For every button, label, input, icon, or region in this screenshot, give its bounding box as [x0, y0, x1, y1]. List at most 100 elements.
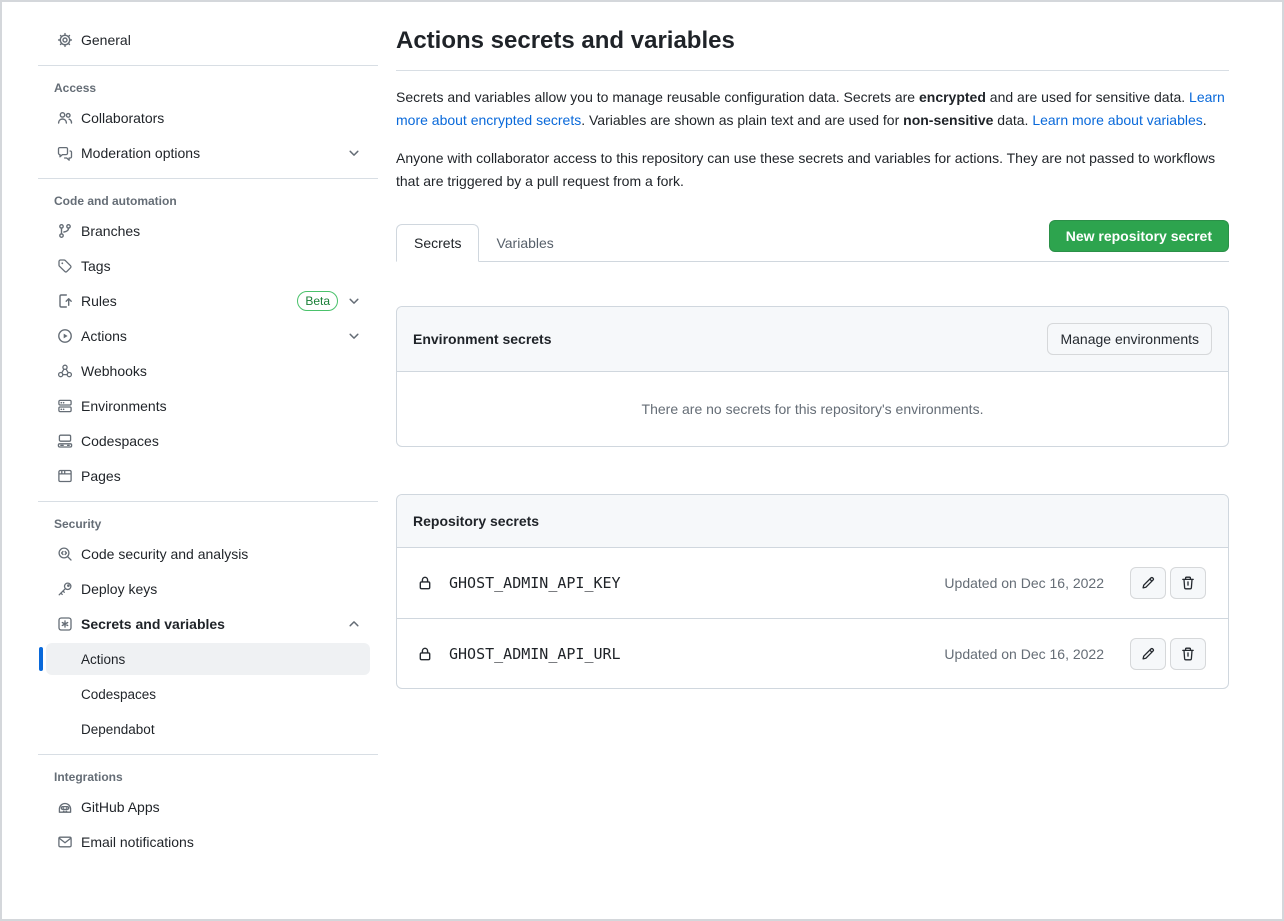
sidebar-item-label: Tags [81, 258, 362, 274]
sidebar-divider [38, 65, 378, 66]
intro-paragraph: Secrets and variables allow you to manag… [396, 86, 1229, 132]
sidebar-item-label: General [81, 32, 362, 48]
sidebar-section-access: Access [38, 81, 370, 95]
sidebar-item-collaborators[interactable]: Collaborators [38, 102, 370, 134]
intro-bold-encrypted: encrypted [919, 89, 986, 105]
intro-text: Secrets and variables allow you to manag… [396, 89, 919, 105]
chevron-up-icon [346, 616, 362, 632]
sidebar-item-environments[interactable]: Environments [38, 390, 370, 422]
pencil-icon [1140, 646, 1156, 662]
repository-secrets-header: Repository secrets [397, 495, 1228, 548]
sidebar-item-label: Rules [81, 293, 297, 309]
sidebar-section-integrations: Integrations [38, 770, 370, 784]
intro-bold-non-sensitive: non-sensitive [903, 112, 993, 128]
sidebar-subitem-actions-selected[interactable]: Actions [46, 643, 370, 675]
sidebar-item-label: Codespaces [81, 433, 362, 449]
sidebar-item-label: Environments [81, 398, 362, 414]
gear-icon [57, 32, 73, 48]
lock-icon [417, 575, 433, 591]
sidebar-item-label: Email notifications [81, 834, 362, 850]
secret-updated-date: Updated on Dec 16, 2022 [944, 646, 1104, 662]
sidebar-section-security: Security [38, 517, 370, 531]
collaborator-paragraph: Anyone with collaborator access to this … [396, 147, 1229, 193]
sidebar-subitem-label: Codespaces [81, 687, 156, 702]
sidebar-subitem-dependabot[interactable]: Dependabot [38, 713, 370, 745]
sidebar-item-deploy-keys[interactable]: Deploy keys [38, 573, 370, 605]
key-icon [57, 581, 73, 597]
secret-row: GHOST_ADMIN_API_KEY Updated on Dec 16, 2… [397, 548, 1228, 618]
sidebar-item-label: Pages [81, 468, 362, 484]
manage-environments-button[interactable]: Manage environments [1047, 323, 1212, 355]
asterisk-box-icon [57, 616, 73, 632]
sidebar-item-email-notifications[interactable]: Email notifications [38, 826, 370, 858]
environment-secrets-header: Environment secrets Manage environments [397, 307, 1228, 372]
sidebar-item-label: Code security and analysis [81, 546, 362, 562]
server-icon [57, 398, 73, 414]
secret-row: GHOST_ADMIN_API_URL Updated on Dec 16, 2… [397, 618, 1228, 688]
sidebar-item-label: Collaborators [81, 110, 362, 126]
sidebar-item-label: GitHub Apps [81, 799, 362, 815]
sidebar-subitem-label: Dependabot [81, 722, 155, 737]
sidebar-item-general[interactable]: General [38, 24, 370, 56]
sidebar-item-branches[interactable]: Branches [38, 215, 370, 247]
environment-secrets-empty-text: There are no secrets for this repository… [397, 372, 1228, 446]
page-title: Actions secrets and variables [396, 26, 1229, 56]
sidebar-item-pages[interactable]: Pages [38, 460, 370, 492]
sidebar-divider [38, 754, 378, 755]
play-icon [57, 328, 73, 344]
learn-more-variables-link[interactable]: Learn more about variables [1032, 112, 1202, 128]
sidebar-item-label: Moderation options [81, 145, 346, 161]
chevron-down-icon [346, 328, 362, 344]
git-branch-icon [57, 223, 73, 239]
codescan-icon [57, 546, 73, 562]
edit-secret-button[interactable] [1130, 567, 1166, 599]
trash-icon [1180, 575, 1196, 591]
sidebar-item-tags[interactable]: Tags [38, 250, 370, 282]
intro-text: data. [993, 112, 1032, 128]
new-repository-secret-button[interactable]: New repository secret [1049, 220, 1229, 252]
sidebar-item-rules[interactable]: Rules Beta [38, 285, 370, 317]
sidebar-subitem-codespaces[interactable]: Codespaces [38, 678, 370, 710]
sidebar-item-github-apps[interactable]: GitHub Apps [38, 791, 370, 823]
sidebar-divider [38, 501, 378, 502]
trash-icon [1180, 646, 1196, 662]
secret-updated-date: Updated on Dec 16, 2022 [944, 575, 1104, 591]
main-content: Actions secrets and variables Secrets an… [378, 2, 1282, 919]
secret-row-actions [1130, 567, 1206, 599]
codespaces-icon [57, 433, 73, 449]
tab-secrets[interactable]: Secrets [396, 224, 479, 262]
sidebar-item-code-security[interactable]: Code security and analysis [38, 538, 370, 570]
sidebar-section-code-automation: Code and automation [38, 194, 370, 208]
sidebar-item-moderation-options[interactable]: Moderation options [38, 137, 370, 169]
comment-discussion-icon [57, 145, 73, 161]
chevron-down-icon [346, 145, 362, 161]
settings-page: General Access Collaborators Moderation … [0, 0, 1284, 921]
sidebar-item-webhooks[interactable]: Webhooks [38, 355, 370, 387]
repository-secrets-title: Repository secrets [413, 513, 539, 529]
people-icon [57, 110, 73, 126]
environment-secrets-box: Environment secrets Manage environments … [396, 306, 1229, 447]
rules-icon [57, 293, 73, 309]
lock-icon [417, 646, 433, 662]
sidebar-item-label: Branches [81, 223, 362, 239]
secrets-variables-tabbar: Secrets Variables New repository secret [396, 220, 1229, 262]
sidebar-subitem-label: Actions [81, 652, 125, 667]
settings-sidebar: General Access Collaborators Moderation … [2, 2, 378, 919]
sidebar-item-label: Actions [81, 328, 346, 344]
sidebar-item-codespaces[interactable]: Codespaces [38, 425, 370, 457]
secret-name: GHOST_ADMIN_API_URL [449, 645, 621, 663]
environment-secrets-title: Environment secrets [413, 331, 552, 347]
delete-secret-button[interactable] [1170, 638, 1206, 670]
repository-secrets-box: Repository secrets GHOST_ADMIN_API_KEY U… [396, 494, 1229, 689]
mail-icon [57, 834, 73, 850]
chevron-down-icon [346, 293, 362, 309]
sidebar-item-secrets-and-variables[interactable]: Secrets and variables [38, 608, 370, 640]
browser-icon [57, 468, 73, 484]
intro-text: . [1203, 112, 1207, 128]
edit-secret-button[interactable] [1130, 638, 1166, 670]
tab-variables[interactable]: Variables [479, 225, 570, 261]
delete-secret-button[interactable] [1170, 567, 1206, 599]
secret-row-actions [1130, 638, 1206, 670]
tag-icon [57, 258, 73, 274]
sidebar-item-actions[interactable]: Actions [38, 320, 370, 352]
